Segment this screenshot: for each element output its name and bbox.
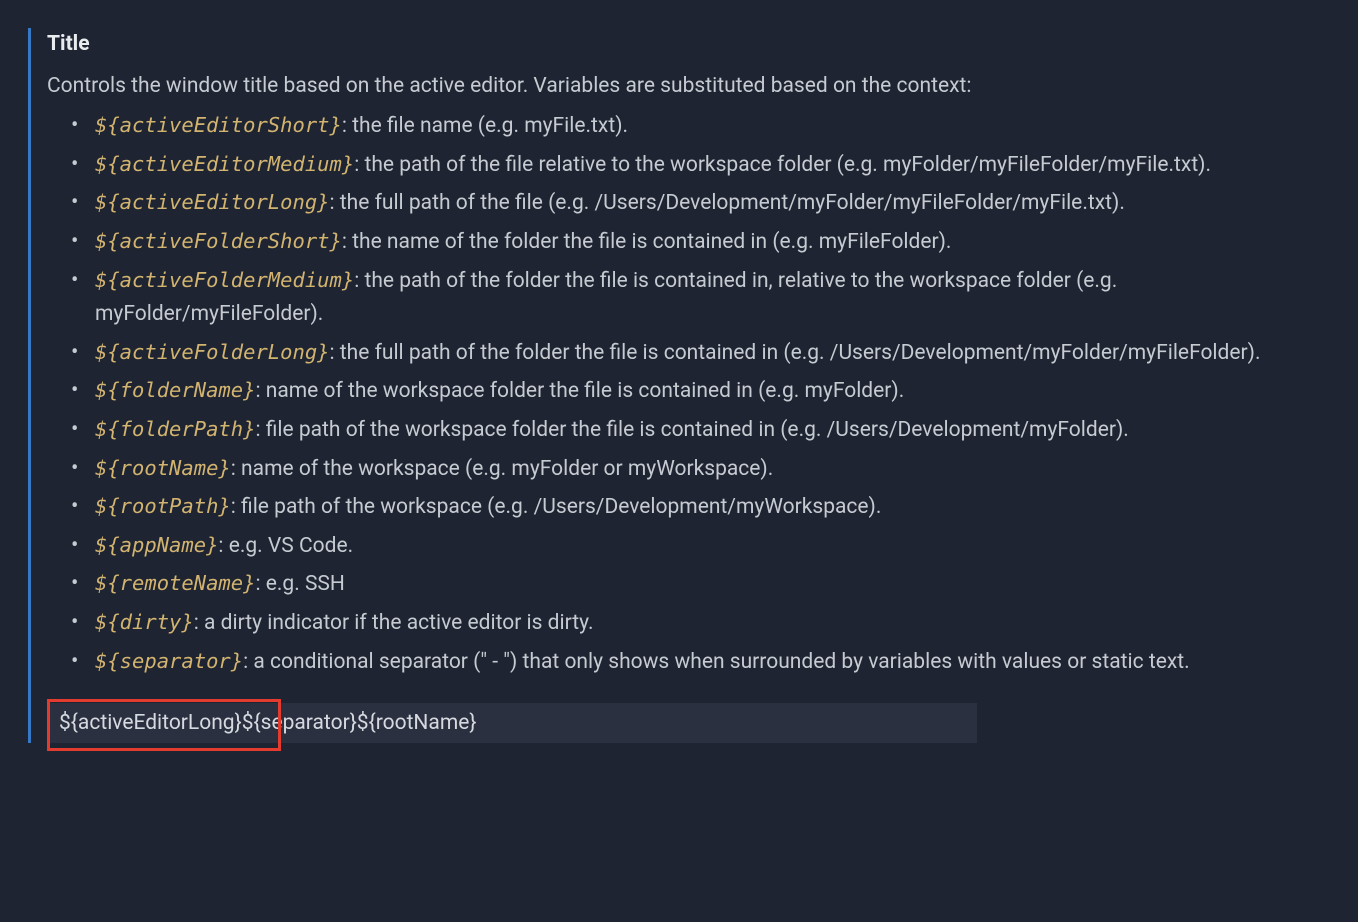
variable-description: : the path of the file relative to the w… (354, 153, 1211, 177)
variable-item: ${activeEditorMedium}: the path of the f… (95, 146, 1330, 185)
variable-item: ${rootName}: name of the workspace (e.g.… (95, 450, 1330, 489)
variable-item: ${folderName}: name of the workspace fol… (95, 372, 1330, 411)
variable-token: ${activeFolderLong} (95, 340, 330, 364)
variable-description: : a dirty indicator if the active editor… (194, 611, 594, 635)
variable-description: : the full path of the file (e.g. /Users… (330, 191, 1125, 215)
variable-description: : the full path of the folder the file i… (330, 341, 1261, 365)
variable-item: ${activeFolderLong}: the full path of th… (95, 334, 1330, 373)
variable-description: : a conditional separator (" - ") that o… (243, 650, 1190, 674)
variable-description: : e.g. SSH (255, 572, 344, 596)
variable-description: : name of the workspace folder the file … (255, 379, 904, 403)
variable-item: ${activeFolderShort}: the name of the fo… (95, 223, 1330, 262)
variable-item: ${rootPath}: file path of the workspace … (95, 488, 1330, 527)
variable-token: ${appName} (95, 533, 218, 557)
variable-token: ${remoteName} (95, 571, 255, 595)
variable-description: : name of the workspace (e.g. myFolder o… (231, 457, 774, 481)
variable-item: ${activeFolderMedium}: the path of the f… (95, 262, 1330, 334)
variable-token: ${rootPath} (95, 494, 231, 518)
variable-token: ${activeFolderMedium} (95, 268, 354, 292)
window-title-input[interactable] (47, 703, 977, 743)
variable-description: : the file name (e.g. myFile.txt). (342, 114, 628, 138)
variable-description: : file path of the workspace (e.g. /User… (231, 495, 882, 519)
variable-token: ${dirty} (95, 610, 194, 634)
variable-description: : the name of the folder the file is con… (342, 230, 952, 254)
title-input-row (47, 703, 977, 743)
variable-description: : file path of the workspace folder the … (255, 418, 1128, 442)
variable-item: ${separator}: a conditional separator ("… (95, 643, 1330, 682)
variable-token: ${folderPath} (95, 417, 255, 441)
variable-description: : e.g. VS Code. (218, 534, 353, 558)
variable-token: ${separator} (95, 649, 243, 673)
variable-token: ${activeEditorMedium} (95, 152, 354, 176)
variable-token: ${activeEditorShort} (95, 113, 342, 137)
setting-description: Controls the window title based on the a… (47, 70, 1330, 104)
variable-token: ${rootName} (95, 456, 231, 480)
variable-token: ${activeFolderShort} (95, 229, 342, 253)
setting-heading: Title (47, 28, 1330, 62)
variable-item: ${folderPath}: file path of the workspac… (95, 411, 1330, 450)
window-title-setting: Title Controls the window title based on… (28, 28, 1330, 743)
variable-item: ${dirty}: a dirty indicator if the activ… (95, 604, 1330, 643)
variable-item: ${remoteName}: e.g. SSH (95, 565, 1330, 604)
variable-list: ${activeEditorShort}: the file name (e.g… (47, 107, 1330, 681)
variable-token: ${folderName} (95, 378, 255, 402)
variable-item: ${activeEditorShort}: the file name (e.g… (95, 107, 1330, 146)
variable-token: ${activeEditorLong} (95, 190, 330, 214)
variable-item: ${activeEditorLong}: the full path of th… (95, 184, 1330, 223)
variable-item: ${appName}: e.g. VS Code. (95, 527, 1330, 566)
